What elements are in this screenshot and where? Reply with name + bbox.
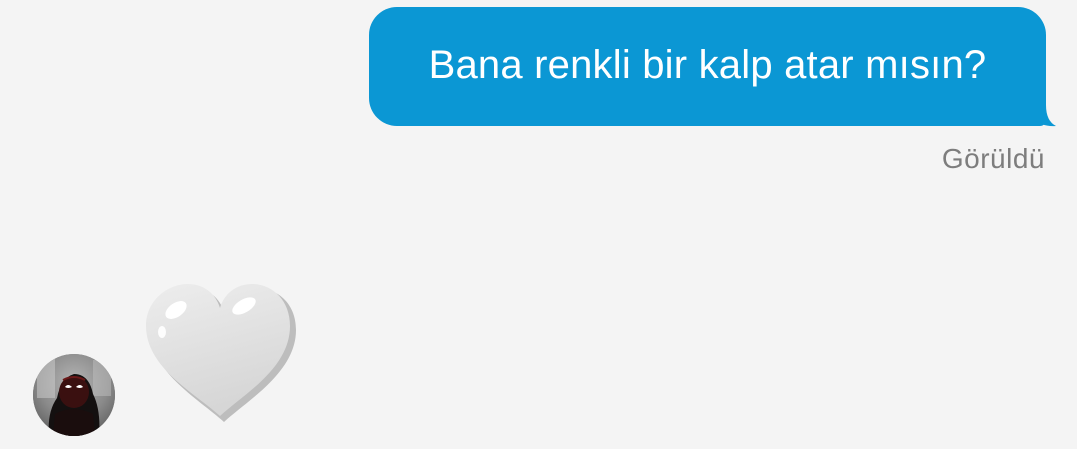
chat-screen: Bana renkli bir kalp atar mısın? Görüldü bbox=[0, 0, 1077, 449]
contact-avatar[interactable] bbox=[33, 354, 115, 436]
sent-message-bubble[interactable]: Bana renkli bir kalp atar mısın? bbox=[369, 7, 1056, 127]
white-heart-emoji[interactable] bbox=[140, 280, 300, 425]
bubble-tail-icon bbox=[1034, 105, 1056, 127]
seen-status: Görüldü bbox=[941, 143, 1045, 174]
avatar-image bbox=[33, 354, 115, 436]
sent-message-text: Bana renkli bir kalp atar mısın? bbox=[428, 42, 987, 87]
